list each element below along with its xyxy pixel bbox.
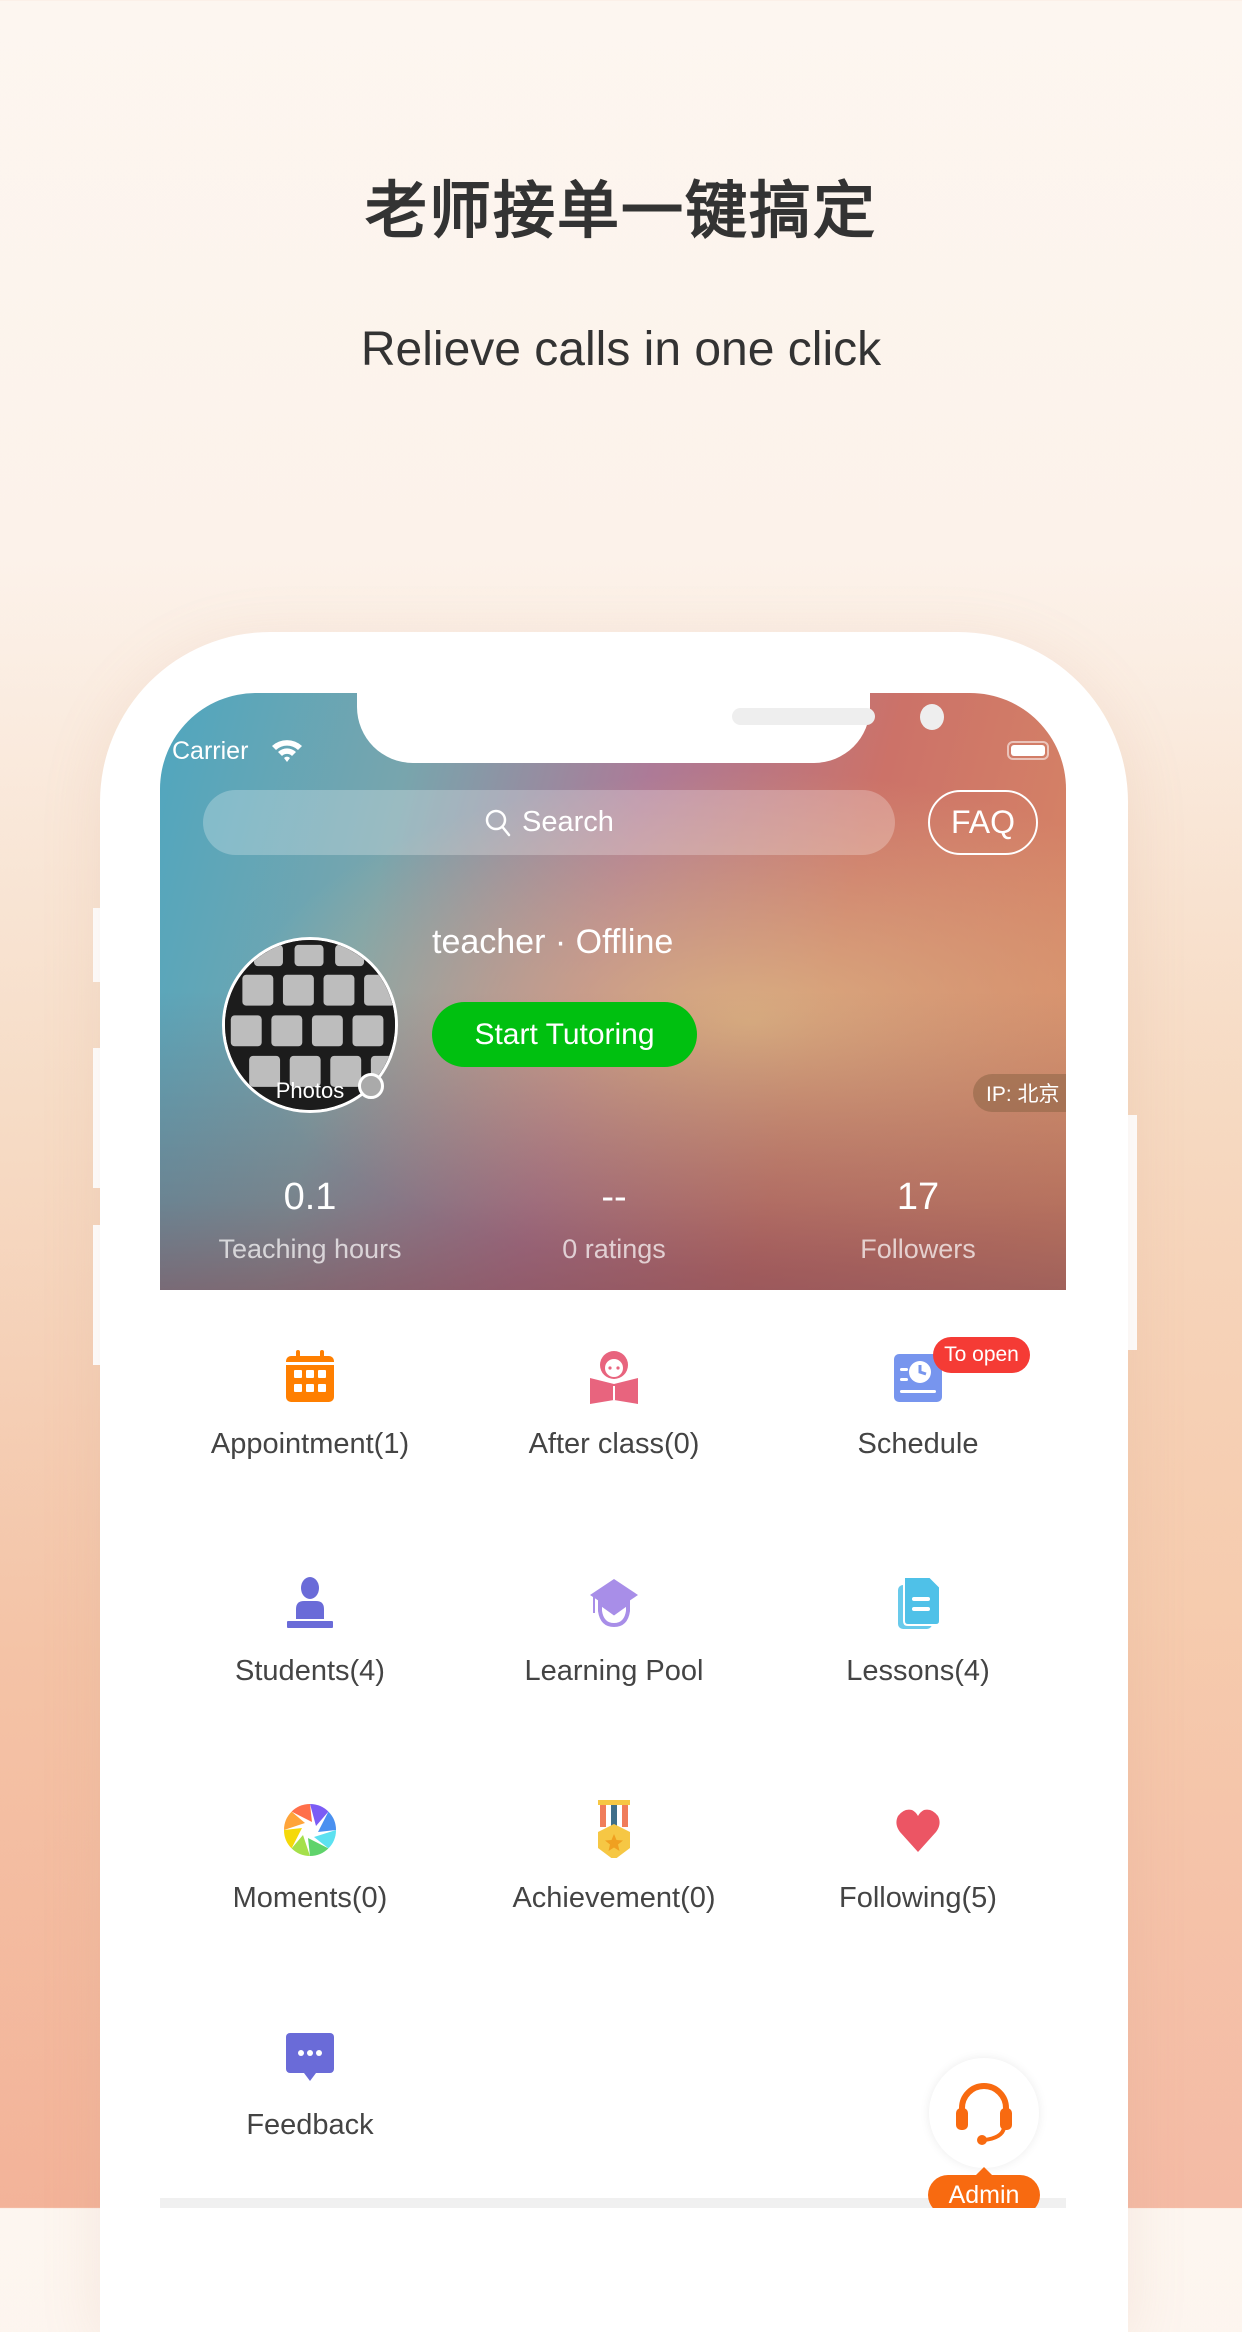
menu-item-lessons[interactable]: Lessons(4): [768, 1575, 1066, 1775]
menu-item-label: Achievement(0): [512, 1882, 716, 1914]
search-placeholder: Search: [522, 806, 614, 838]
menu-item-students[interactable]: Students(4): [160, 1575, 460, 1775]
admin-support-button[interactable]: [929, 2058, 1039, 2168]
promo-subtitle: Relieve calls in one click: [360, 323, 882, 376]
graduation-cap-icon: [590, 1579, 638, 1628]
stat-label: Teaching hours: [218, 1234, 402, 1264]
menu-item-label: Appointment(1): [210, 1428, 410, 1460]
menu-item-feedback[interactable]: Feedback: [160, 2029, 460, 2208]
student-icon: [287, 1577, 333, 1628]
menu-item-label: Feedback: [246, 2109, 374, 2141]
document-icon: [898, 1576, 941, 1629]
heart-icon: [896, 1809, 940, 1852]
start-tutoring-button[interactable]: Start Tutoring: [432, 1002, 697, 1067]
stat-value: 0.1: [283, 1176, 337, 1218]
feedback-icon: [286, 2033, 334, 2081]
stat-value: --: [601, 1176, 627, 1218]
camera: [920, 704, 944, 730]
ip-location-badge: IP: 北京: [973, 1074, 1066, 1112]
search-icon: [485, 809, 511, 836]
to-open-badge: To open: [933, 1337, 1030, 1373]
menu-item-appointment[interactable]: Appointment(1): [160, 1348, 460, 1548]
headset-icon: [956, 2083, 1012, 2145]
offline-status-dot: [358, 1073, 384, 1099]
menu-item-achievement[interactable]: Achievement(0): [464, 1800, 764, 2002]
faq-button[interactable]: FAQ: [928, 790, 1038, 855]
admin-label[interactable]: Admin: [928, 2167, 1040, 2208]
menu-item-following[interactable]: Following(5): [768, 1802, 1066, 2002]
menu-item-label: Schedule: [857, 1428, 979, 1460]
search-input[interactable]: Search: [203, 790, 895, 855]
stat-label: 0 ratings: [562, 1234, 666, 1264]
speaker: [732, 708, 875, 725]
menu-item-label: Students(4): [235, 1655, 385, 1687]
menu-item-label: Learning Pool: [524, 1655, 704, 1687]
teacher-name-status: teacher · Offline: [432, 923, 674, 961]
reading-icon: [590, 1351, 638, 1404]
phone-notch: [357, 693, 944, 763]
medal-icon: [598, 1800, 630, 1858]
menu-item-label: After class(0): [528, 1428, 700, 1460]
battery-icon: [1007, 741, 1049, 760]
menu-item-after-class[interactable]: After class(0): [464, 1348, 764, 1548]
menu-item-schedule[interactable]: Schedule: [768, 1348, 1066, 1548]
promo-title: 老师接单一键搞定: [364, 174, 877, 247]
calendar-icon: [286, 1350, 334, 1402]
menu-item-label: Following(5): [839, 1882, 997, 1914]
carrier-label: Carrier: [172, 737, 249, 765]
menu-item-label: Lessons(4): [846, 1655, 990, 1687]
wifi-icon: [272, 740, 302, 762]
stat-label: Followers: [860, 1234, 976, 1264]
menu-item-learning-pool[interactable]: Learning Pool: [464, 1575, 764, 1775]
stat-value: 17: [896, 1176, 940, 1218]
phone-screen: Carrier Search FAQ Photos teacher · Offl…: [160, 693, 1066, 2208]
menu-item-label: Moments(0): [232, 1882, 388, 1914]
aperture-icon: [284, 1804, 336, 1856]
menu-item-moments[interactable]: Moments(0): [160, 1802, 460, 2002]
